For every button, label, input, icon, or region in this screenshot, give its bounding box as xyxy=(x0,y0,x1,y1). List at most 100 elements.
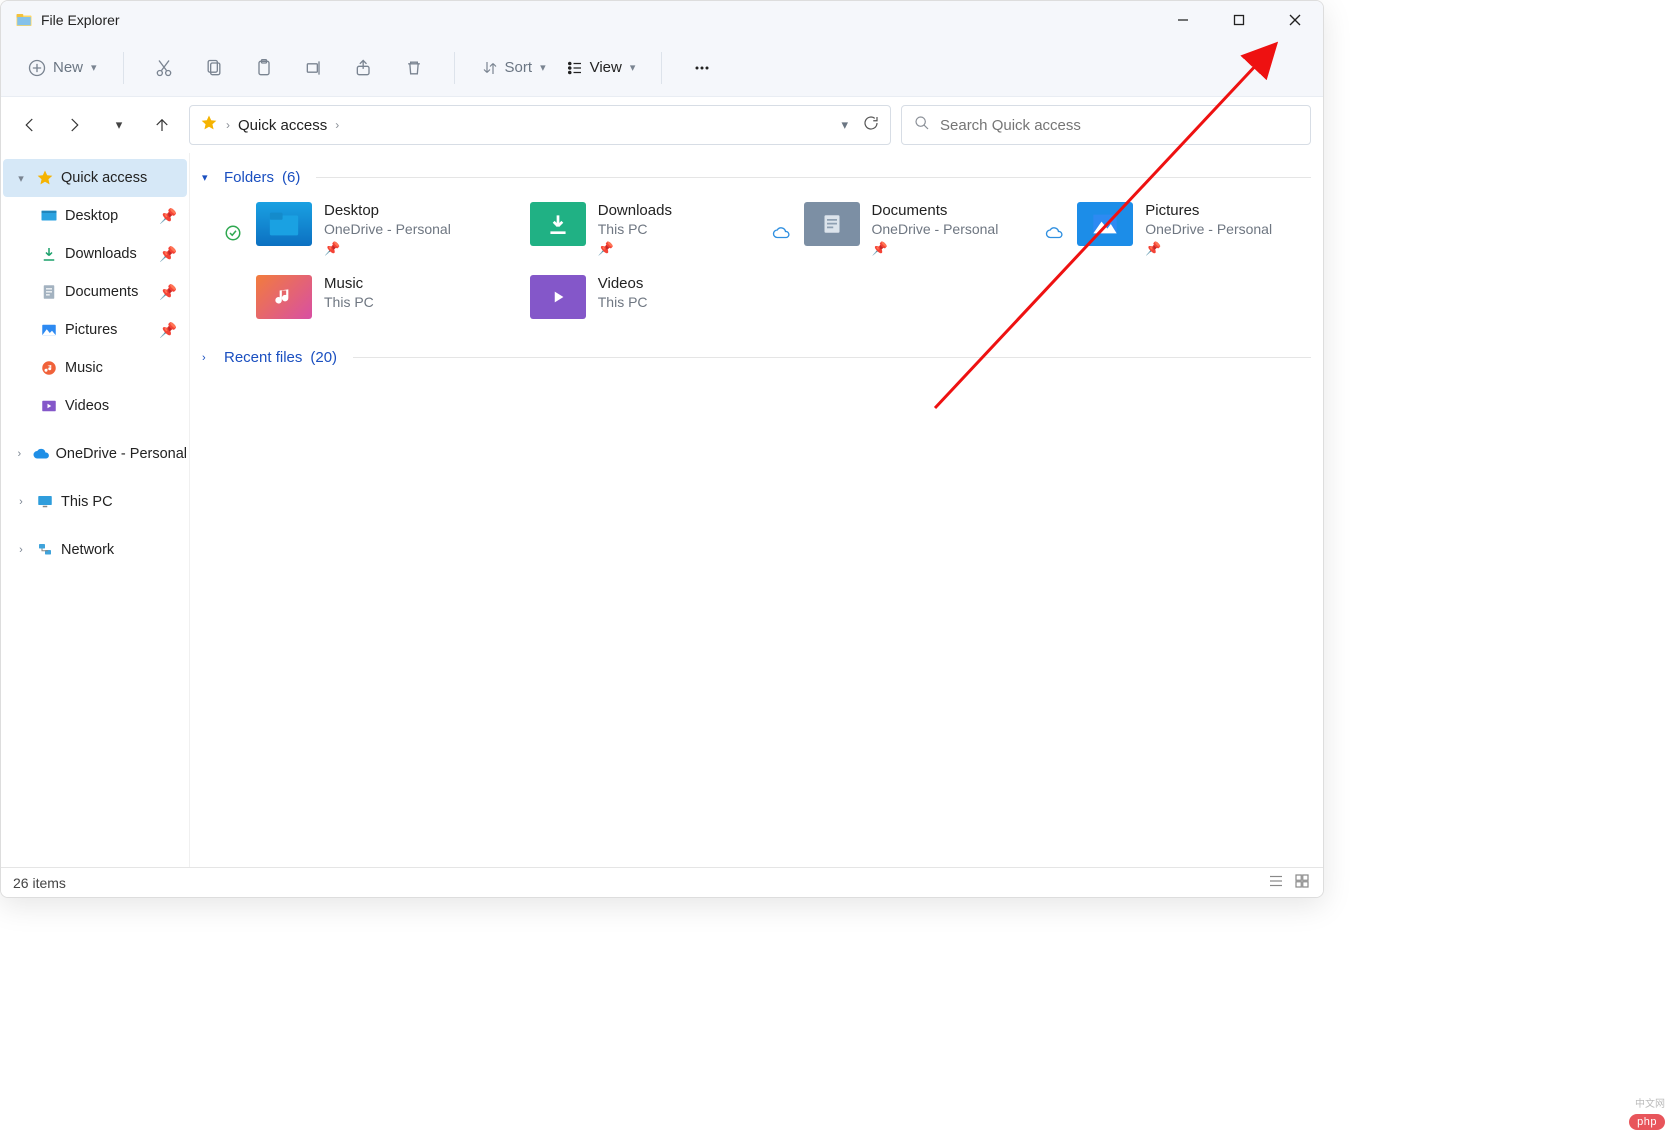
star-icon xyxy=(200,114,218,136)
paste-button[interactable] xyxy=(242,48,286,88)
tree-label: Quick access xyxy=(61,170,147,186)
folder-icon xyxy=(1077,202,1133,246)
cloud-icon xyxy=(32,444,50,464)
chevron-down-icon: ▾ xyxy=(630,61,636,74)
recent-locations-button[interactable]: ▾ xyxy=(101,108,135,142)
tile-sub: This PC xyxy=(598,221,672,237)
view-label: View xyxy=(590,59,622,76)
breadcrumb-quick-access[interactable]: Quick access xyxy=(238,117,327,134)
navigation-pane[interactable]: ▾ Quick access Desktop 📌 Downloads 📌 xyxy=(1,153,190,867)
address-dropdown-icon[interactable]: ▾ xyxy=(841,117,848,133)
tree-label: OneDrive - Personal xyxy=(56,446,187,462)
delete-button[interactable] xyxy=(392,48,436,88)
tile-sub: This PC xyxy=(324,294,374,310)
pin-icon: 📌 xyxy=(159,246,177,263)
tree-onedrive[interactable]: › OneDrive - Personal xyxy=(3,435,187,473)
star-icon xyxy=(35,168,55,188)
forward-button[interactable] xyxy=(57,108,91,142)
tile-music[interactable]: Music This PC xyxy=(222,275,486,319)
section-label: Folders xyxy=(224,169,274,186)
tile-documents[interactable]: Documents OneDrive - Personal 📌 xyxy=(770,202,1034,257)
tile-name: Music xyxy=(324,275,374,292)
sort-label: Sort xyxy=(505,59,533,76)
tile-desktop[interactable]: Desktop OneDrive - Personal 📌 xyxy=(222,202,486,257)
rename-button[interactable] xyxy=(292,48,336,88)
tree-desktop[interactable]: Desktop 📌 xyxy=(3,197,187,235)
tile-pictures[interactable]: Pictures OneDrive - Personal 📌 xyxy=(1043,202,1307,257)
chevron-right-icon: › xyxy=(13,448,26,460)
up-button[interactable] xyxy=(145,108,179,142)
pictures-icon xyxy=(39,320,59,340)
new-label: New xyxy=(53,59,83,76)
tile-name: Pictures xyxy=(1145,202,1272,219)
folder-icon xyxy=(804,202,860,246)
cloud-icon xyxy=(1045,224,1063,246)
search-input[interactable] xyxy=(940,117,1298,134)
tile-videos[interactable]: Videos This PC xyxy=(496,275,760,319)
tree-pictures[interactable]: Pictures 📌 xyxy=(3,311,187,349)
tree-quick-access[interactable]: ▾ Quick access xyxy=(3,159,187,197)
folder-icon xyxy=(256,275,312,319)
section-count: (6) xyxy=(282,169,300,186)
tile-sub: This PC xyxy=(598,294,648,310)
folder-icon xyxy=(530,275,586,319)
share-button[interactable] xyxy=(342,48,386,88)
pin-icon: 📌 xyxy=(1145,241,1272,257)
thumbnails-view-button[interactable] xyxy=(1293,872,1311,893)
back-button[interactable] xyxy=(13,108,47,142)
folder-icon xyxy=(256,202,312,246)
documents-icon xyxy=(39,282,59,302)
separator xyxy=(454,52,455,84)
section-count: (20) xyxy=(310,349,337,366)
pin-icon: 📌 xyxy=(872,241,999,257)
watermark: php xyxy=(1629,1114,1665,1130)
copy-button[interactable] xyxy=(192,48,236,88)
maximize-button[interactable] xyxy=(1211,1,1267,39)
file-explorer-window: File Explorer New ▾ xyxy=(0,0,1324,898)
pin-icon: 📌 xyxy=(159,284,177,301)
minimize-button[interactable] xyxy=(1155,1,1211,39)
close-button[interactable] xyxy=(1267,1,1323,39)
cut-button[interactable] xyxy=(142,48,186,88)
tree-label: Documents xyxy=(65,284,138,300)
separator xyxy=(661,52,662,84)
file-explorer-icon xyxy=(15,11,33,29)
music-icon xyxy=(39,358,59,378)
status-item-count: 26 items xyxy=(13,875,66,891)
address-bar[interactable]: › Quick access › ▾ xyxy=(189,105,891,145)
sort-button[interactable]: Sort ▾ xyxy=(473,48,554,88)
chevron-down-icon: ▾ xyxy=(540,61,546,74)
folder-tiles: Desktop OneDrive - Personal 📌 Downloads … xyxy=(202,192,1311,343)
view-button[interactable]: View ▾ xyxy=(558,48,644,88)
details-view-button[interactable] xyxy=(1267,872,1285,893)
tile-sub: OneDrive - Personal xyxy=(1145,221,1272,237)
tile-sub: OneDrive - Personal xyxy=(324,221,451,237)
new-button[interactable]: New ▾ xyxy=(19,48,105,88)
pin-icon: 📌 xyxy=(159,208,177,225)
more-button[interactable] xyxy=(680,48,724,88)
pin-icon: 📌 xyxy=(598,241,672,257)
content-pane[interactable]: ▾ Folders (6) Desktop OneDrive - Persona… xyxy=(190,153,1323,867)
tile-downloads[interactable]: Downloads This PC 📌 xyxy=(496,202,760,257)
tree-label: Pictures xyxy=(65,322,117,338)
tree-documents[interactable]: Documents 📌 xyxy=(3,273,187,311)
tile-name: Videos xyxy=(598,275,648,292)
body: ▾ Quick access Desktop 📌 Downloads 📌 xyxy=(1,153,1323,867)
refresh-button[interactable] xyxy=(862,114,880,136)
tree-videos[interactable]: Videos xyxy=(3,387,187,425)
tree-network[interactable]: › Network xyxy=(3,531,187,569)
monitor-icon xyxy=(35,492,55,512)
tree-this-pc[interactable]: › This PC xyxy=(3,483,187,521)
section-label: Recent files xyxy=(224,349,302,366)
section-recent-files[interactable]: › Recent files (20) xyxy=(202,343,1311,372)
network-icon xyxy=(35,540,55,560)
titlebar: File Explorer xyxy=(1,1,1323,39)
pin-icon: 📌 xyxy=(159,322,177,339)
tree-label: Downloads xyxy=(65,246,137,262)
tree-downloads[interactable]: Downloads 📌 xyxy=(3,235,187,273)
section-folders[interactable]: ▾ Folders (6) xyxy=(202,163,1311,192)
tree-label: This PC xyxy=(61,494,113,510)
tree-music[interactable]: Music xyxy=(3,349,187,387)
watermark-sub: 中文网 xyxy=(1635,1095,1665,1110)
search-box[interactable] xyxy=(901,105,1311,145)
